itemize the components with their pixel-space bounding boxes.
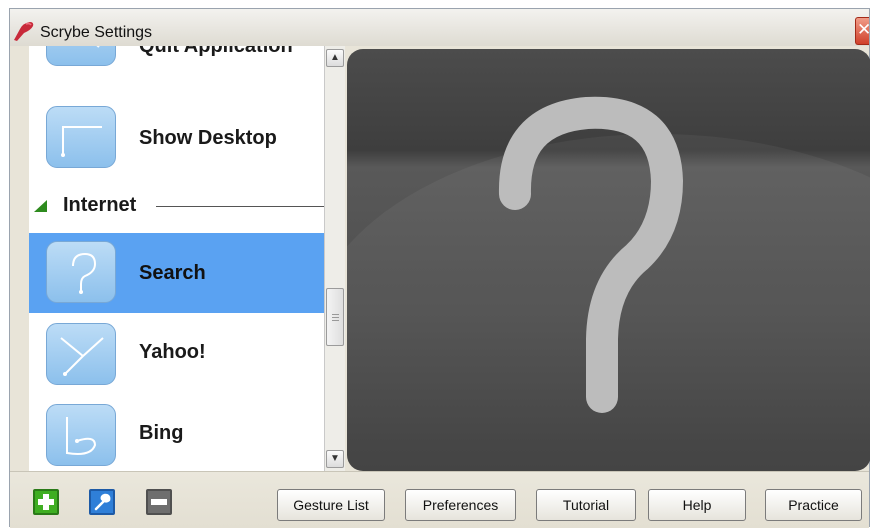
list-scrollbar[interactable]: ▲ ▼ xyxy=(324,46,345,471)
expanded-triangle-icon xyxy=(34,200,47,212)
remove-gesture-button[interactable] xyxy=(146,489,172,515)
add-gesture-button[interactable] xyxy=(33,489,59,515)
gesture-list-button[interactable]: Gesture List xyxy=(277,489,385,521)
close-icon: ✕ xyxy=(857,20,869,40)
section-title: Internet xyxy=(63,194,137,216)
title-bar[interactable]: Scrybe Settings ✕ xyxy=(10,9,869,46)
bottom-toolbar: Gesture List Preferences Tutorial Help P… xyxy=(10,471,869,528)
gesture-thumbnail-icon xyxy=(46,323,116,385)
list-item-yahoo[interactable]: Yahoo! xyxy=(29,315,324,395)
list-item-search[interactable]: Search xyxy=(29,233,324,313)
scroll-down-button[interactable]: ▼ xyxy=(326,450,344,468)
gesture-thumbnail-icon xyxy=(46,241,116,303)
list-item-label: Bing xyxy=(139,422,184,444)
gesture-thumbnail-icon xyxy=(46,404,116,466)
list-item-quit-application[interactable]: Quit Application xyxy=(29,46,324,76)
list-item-bing[interactable]: Bing xyxy=(29,396,324,471)
section-divider xyxy=(156,206,324,207)
help-button[interactable]: Help xyxy=(648,489,746,521)
list-item-label: Quit Application xyxy=(139,46,293,57)
practice-button[interactable]: Practice xyxy=(765,489,862,521)
gesture-list[interactable]: Quit Application Show Desktop Internet S… xyxy=(29,46,324,471)
list-item-label: Show Desktop xyxy=(139,127,277,149)
plus-icon xyxy=(38,494,54,510)
list-item-label: Yahoo! xyxy=(139,341,206,363)
settings-window: Scrybe Settings ✕ Quit Application Show … xyxy=(9,8,870,528)
list-item-show-desktop[interactable]: Show Desktop xyxy=(29,98,324,178)
tutorial-button[interactable]: Tutorial xyxy=(536,489,636,521)
gesture-preview xyxy=(347,49,870,471)
chevron-up-icon: ▲ xyxy=(330,52,340,63)
list-item-label: Search xyxy=(139,262,206,284)
scroll-thumb[interactable] xyxy=(326,288,344,346)
app-logo-icon xyxy=(14,22,34,41)
window-title: Scrybe Settings xyxy=(40,24,153,41)
gesture-thumbnail-icon xyxy=(46,46,116,66)
edit-gesture-button[interactable] xyxy=(89,489,115,515)
section-header-internet[interactable]: Internet xyxy=(29,186,324,226)
preferences-button[interactable]: Preferences xyxy=(405,489,516,521)
chevron-down-icon: ▼ xyxy=(330,453,340,464)
minus-icon xyxy=(151,499,167,505)
wrench-icon xyxy=(94,493,111,511)
close-button[interactable]: ✕ xyxy=(855,17,869,45)
scroll-up-button[interactable]: ▲ xyxy=(326,49,344,67)
gesture-thumbnail-icon xyxy=(46,106,116,168)
question-mark-gesture-icon xyxy=(498,96,683,413)
